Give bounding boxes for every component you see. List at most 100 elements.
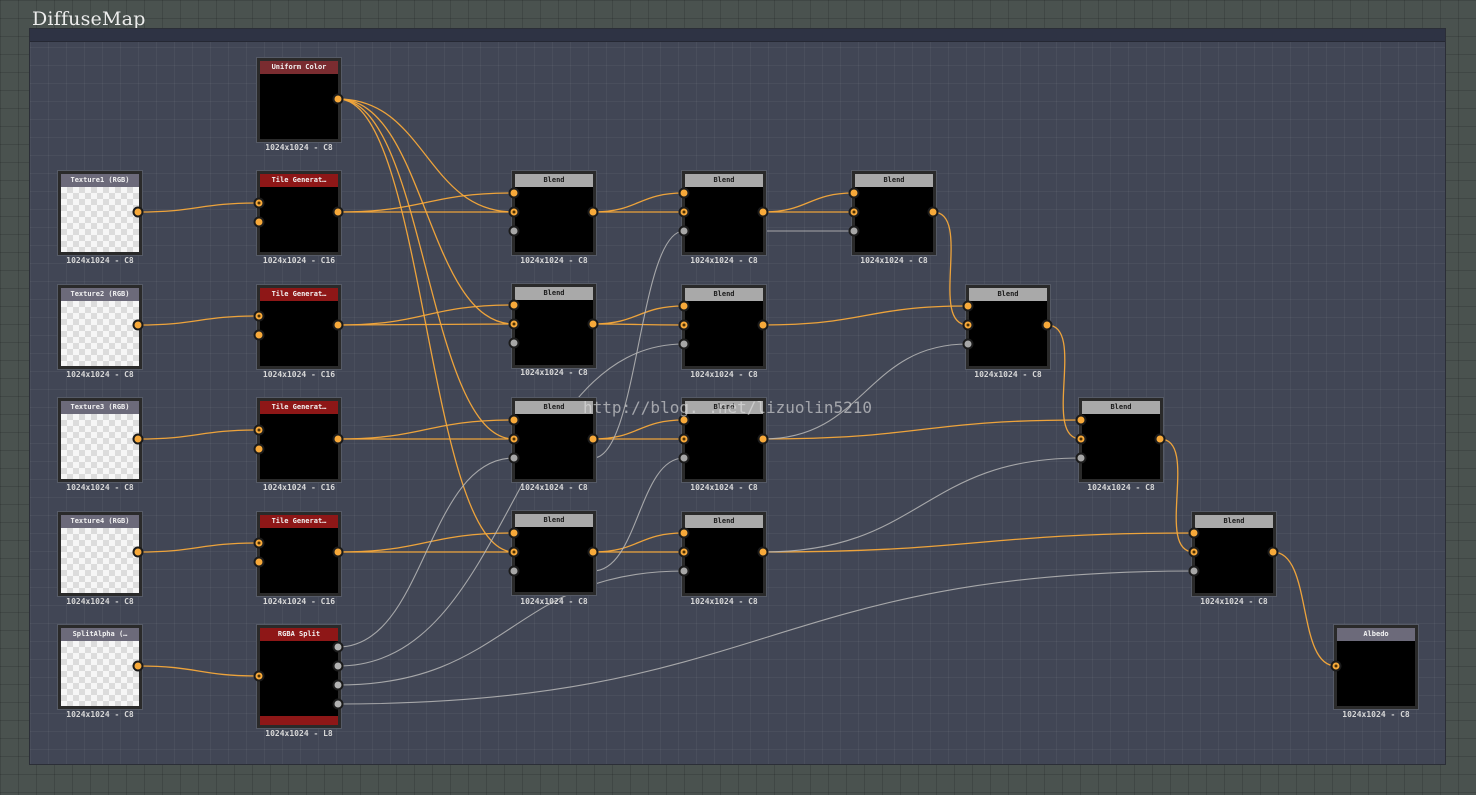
output-port[interactable] bbox=[332, 433, 344, 445]
output-port[interactable] bbox=[332, 660, 344, 672]
output-port[interactable] bbox=[332, 698, 344, 710]
input-port[interactable] bbox=[848, 225, 860, 237]
output-port[interactable] bbox=[757, 319, 769, 331]
input-port[interactable] bbox=[678, 300, 690, 312]
input-port[interactable] bbox=[508, 187, 520, 199]
input-port[interactable] bbox=[508, 206, 520, 218]
node-tile-generator-3[interactable]: Tile Generat… bbox=[257, 398, 341, 482]
texture-preview bbox=[61, 414, 139, 479]
input-port[interactable] bbox=[678, 225, 690, 237]
input-port[interactable] bbox=[678, 565, 690, 577]
frame-header[interactable] bbox=[30, 29, 1445, 42]
output-port[interactable] bbox=[332, 206, 344, 218]
node-texture4[interactable]: Texture4 (RGB) bbox=[58, 512, 142, 596]
node-blend-11[interactable]: Blend bbox=[1079, 398, 1163, 482]
output-port[interactable] bbox=[587, 546, 599, 558]
input-port[interactable] bbox=[678, 433, 690, 445]
output-port[interactable] bbox=[132, 660, 144, 672]
output-port[interactable] bbox=[132, 319, 144, 331]
input-port[interactable] bbox=[253, 329, 265, 341]
input-port[interactable] bbox=[848, 187, 860, 199]
output-port[interactable] bbox=[332, 679, 344, 691]
input-port[interactable] bbox=[508, 318, 520, 330]
node-tile-generator-4[interactable]: Tile Generat… bbox=[257, 512, 341, 596]
input-port[interactable] bbox=[1075, 433, 1087, 445]
output-port[interactable] bbox=[132, 433, 144, 445]
input-port[interactable] bbox=[253, 537, 265, 549]
input-port[interactable] bbox=[253, 670, 265, 682]
node-tile-generator-1[interactable]: Tile Generat… bbox=[257, 171, 341, 255]
input-port[interactable] bbox=[1188, 546, 1200, 558]
node-albedo-output[interactable]: Albedo bbox=[1334, 625, 1418, 709]
input-port[interactable] bbox=[253, 424, 265, 436]
input-port[interactable] bbox=[253, 197, 265, 209]
node-blend-12[interactable]: Blend bbox=[1192, 512, 1276, 596]
output-port[interactable] bbox=[132, 546, 144, 558]
output-port[interactable] bbox=[1041, 319, 1053, 331]
node-rgba-split[interactable]: RGBA Split bbox=[257, 625, 341, 728]
input-port[interactable] bbox=[678, 338, 690, 350]
input-port[interactable] bbox=[508, 546, 520, 558]
input-port[interactable] bbox=[962, 338, 974, 350]
input-port[interactable] bbox=[1330, 660, 1342, 672]
input-port[interactable] bbox=[508, 565, 520, 577]
node-texture1[interactable]: Texture1 (RGB) bbox=[58, 171, 142, 255]
output-port[interactable] bbox=[132, 206, 144, 218]
output-port[interactable] bbox=[332, 319, 344, 331]
input-port[interactable] bbox=[508, 225, 520, 237]
node-caption: 1024x1024 - C8 bbox=[860, 256, 928, 265]
output-port[interactable] bbox=[1267, 546, 1279, 558]
output-port[interactable] bbox=[332, 93, 344, 105]
node-blend-5[interactable]: Blend bbox=[682, 171, 766, 255]
output-port[interactable] bbox=[587, 318, 599, 330]
node-title: Blend bbox=[515, 174, 593, 187]
input-port[interactable] bbox=[962, 319, 974, 331]
graph-title: DiffuseMap bbox=[32, 8, 146, 30]
node-texture2[interactable]: Texture2 (RGB) bbox=[58, 285, 142, 369]
input-port[interactable] bbox=[508, 299, 520, 311]
node-blend-2[interactable]: Blend bbox=[512, 284, 596, 368]
input-port[interactable] bbox=[1075, 452, 1087, 464]
node-splitalpha[interactable]: SplitAlpha (… bbox=[58, 625, 142, 709]
node-blend-1[interactable]: Blend bbox=[512, 171, 596, 255]
node-blend-6[interactable]: Blend bbox=[682, 285, 766, 369]
node-uniform-color[interactable]: Uniform Color bbox=[257, 58, 341, 142]
input-port[interactable] bbox=[1075, 414, 1087, 426]
input-port[interactable] bbox=[962, 300, 974, 312]
input-port[interactable] bbox=[508, 414, 520, 426]
input-port[interactable] bbox=[678, 527, 690, 539]
input-port[interactable] bbox=[678, 187, 690, 199]
output-port[interactable] bbox=[757, 206, 769, 218]
node-blend-9[interactable]: Blend bbox=[852, 171, 936, 255]
input-port[interactable] bbox=[1188, 527, 1200, 539]
input-port[interactable] bbox=[508, 337, 520, 349]
graph-frame[interactable] bbox=[29, 28, 1446, 765]
node-blend-8[interactable]: Blend bbox=[682, 512, 766, 596]
input-port[interactable] bbox=[848, 206, 860, 218]
output-port[interactable] bbox=[757, 433, 769, 445]
output-port[interactable] bbox=[587, 433, 599, 445]
node-blend-4[interactable]: Blend bbox=[512, 511, 596, 595]
output-port[interactable] bbox=[927, 206, 939, 218]
input-port[interactable] bbox=[508, 433, 520, 445]
input-port[interactable] bbox=[253, 216, 265, 228]
input-port[interactable] bbox=[678, 546, 690, 558]
node-texture3[interactable]: Texture3 (RGB) bbox=[58, 398, 142, 482]
input-port[interactable] bbox=[678, 206, 690, 218]
input-port[interactable] bbox=[253, 556, 265, 568]
input-port[interactable] bbox=[508, 452, 520, 464]
input-port[interactable] bbox=[678, 319, 690, 331]
output-port[interactable] bbox=[332, 641, 344, 653]
output-port[interactable] bbox=[587, 206, 599, 218]
input-port[interactable] bbox=[508, 527, 520, 539]
node-title: Blend bbox=[969, 288, 1047, 301]
output-port[interactable] bbox=[757, 546, 769, 558]
node-tile-generator-2[interactable]: Tile Generat… bbox=[257, 285, 341, 369]
input-port[interactable] bbox=[253, 310, 265, 322]
output-port[interactable] bbox=[1154, 433, 1166, 445]
output-port[interactable] bbox=[332, 546, 344, 558]
input-port[interactable] bbox=[253, 443, 265, 455]
input-port[interactable] bbox=[678, 452, 690, 464]
node-blend-10[interactable]: Blend bbox=[966, 285, 1050, 369]
input-port[interactable] bbox=[1188, 565, 1200, 577]
